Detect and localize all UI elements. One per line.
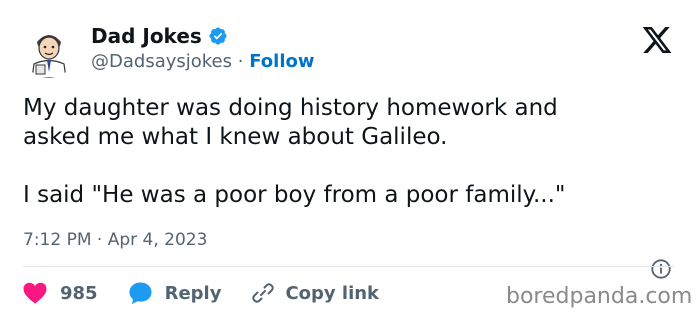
verified-badge-icon [209, 27, 227, 45]
watermark: boredpanda.com [506, 284, 693, 309]
like-count: 985 [60, 282, 98, 304]
link-icon [252, 283, 275, 303]
avatar[interactable] [22, 24, 76, 78]
copy-link-label: Copy link [285, 282, 380, 304]
like-button[interactable]: 985 [23, 282, 98, 304]
tweet-actions: 985 Reply Copy link [23, 280, 379, 306]
author-name[interactable]: Dad Jokes [91, 23, 228, 49]
handle-row: @Dadsaysjokes · Follow [91, 50, 315, 74]
author-handle[interactable]: @Dadsaysjokes [91, 51, 232, 72]
dad-cartoon-avatar-icon [23, 25, 75, 78]
follow-button[interactable]: Follow [249, 51, 314, 72]
info-icon[interactable] [650, 258, 672, 280]
reply-label: Reply [164, 282, 222, 304]
tweet-timestamp[interactable]: 7:12 PM · Apr 4, 2023 [23, 229, 207, 251]
separator: · [237, 51, 244, 72]
x-logo-icon[interactable] [640, 24, 674, 56]
copy-link-button[interactable]: Copy link [251, 281, 379, 305]
tweet-text: My daughter was doing history homework a… [23, 95, 566, 208]
reply-button[interactable]: Reply [128, 281, 222, 305]
author-name-text[interactable]: Dad Jokes [91, 23, 202, 49]
speech-bubble-icon [129, 282, 152, 304]
heart-icon [23, 282, 47, 304]
divider [23, 266, 674, 267]
